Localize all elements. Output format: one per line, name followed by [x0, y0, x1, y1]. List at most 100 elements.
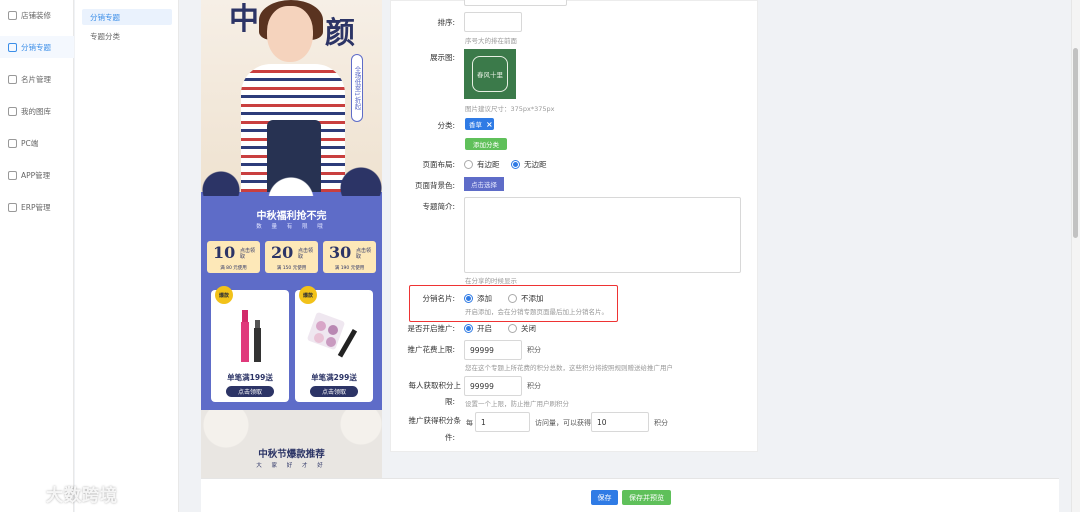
condition-prefix: 每 [466, 419, 473, 427]
nav-label: PC端 [21, 138, 39, 148]
section-title: 中秋福利抢不完 [256, 211, 327, 222]
claim-button: 点击领取 [226, 386, 274, 397]
radio-icon [508, 324, 517, 333]
radio-label: 开启 [477, 324, 492, 333]
promo-card-title: 单笔满199送 [227, 373, 273, 382]
close-icon[interactable]: × [486, 120, 493, 129]
nav-item-card-management[interactable]: 名片管理 [0, 68, 74, 90]
per-user-label-cont: 限: [444, 397, 455, 406]
card-icon [8, 74, 17, 84]
subnav-item-topic-category[interactable]: 专题分类 [82, 28, 172, 44]
nav-item-app[interactable]: APP管理 [0, 164, 74, 186]
nav-label: 店铺装修 [21, 10, 51, 20]
coupon-amount: 20 [271, 243, 294, 262]
section2-subtitle: 大 家 好 才 好 [256, 463, 327, 469]
nav-label: ERP管理 [21, 202, 51, 212]
layout-option-no-margin[interactable]: 无边距 [511, 159, 547, 170]
condition-unit: 积分 [654, 419, 668, 427]
display-image-label: 展示图: [429, 53, 455, 62]
nav-label: APP管理 [21, 170, 51, 180]
promo-card-title: 单笔满299送 [311, 373, 357, 382]
hero-title-right: 颜 [325, 16, 355, 51]
watermark: 大数跨境 [8, 478, 158, 508]
claim-button: 点击领取 [310, 386, 358, 397]
erp-icon [8, 202, 17, 212]
condition-label-cont: 件: [444, 433, 455, 442]
promo-card: 爆款 单笔满299送 点击领取 [295, 286, 373, 402]
pc-icon [8, 138, 17, 148]
cost-limit-hint: 您在这个专题上所花费的积分总数，这些积分将按照规则赠送给推广用户 [465, 364, 673, 372]
promo-label: 是否开启推广: [407, 324, 455, 333]
store-icon [8, 10, 17, 20]
sort-label: 排序: [437, 18, 455, 27]
layout-option-margin[interactable]: 有边距 [464, 159, 500, 170]
per-user-label: 每人获取积分上 [408, 381, 462, 390]
coupon: 20 点击领取 满 150 元使用 [265, 241, 318, 273]
subnav-item-distribution-topic[interactable]: 分销专题 [82, 9, 172, 25]
promo-option-on[interactable]: 开启 [464, 323, 492, 334]
section2-title: 中秋节爆款推荐 [258, 449, 325, 460]
nav-item-store-decoration[interactable]: 店铺装修 [0, 4, 74, 26]
layout-label: 页面布局: [422, 160, 455, 169]
bottom-banner: 中秋节爆款推荐 大 家 好 才 好 [201, 410, 382, 478]
coupon-amount: 10 [213, 243, 236, 262]
per-user-unit: 积分 [527, 382, 541, 390]
display-image-text: 春风十里 [472, 56, 508, 92]
display-image-hint: 图片建议尺寸：375px*375px [465, 105, 555, 113]
coupon: 10 点击领取 满 80 元使用 [207, 241, 260, 273]
coupon-condition: 满 190 元使用 [334, 266, 365, 271]
promo-option-off[interactable]: 关闭 [508, 323, 536, 334]
sort-input[interactable] [464, 12, 522, 32]
section-subtitle: 数 量 有 限 哦 [256, 224, 327, 230]
radio-label: 无边距 [524, 160, 547, 169]
discount-badge: 全场低至1折起 [351, 54, 363, 122]
cost-limit-input[interactable]: 99999 [464, 340, 522, 360]
watermark-logo-icon [8, 482, 41, 503]
coupon-action: 点击领取 [356, 248, 372, 260]
nav-label: 名片管理 [21, 74, 51, 84]
watermark-text: 大数跨境 [46, 485, 118, 506]
nav-item-distribution-topic[interactable]: 分销专题 [0, 36, 74, 58]
main-sidebar: 店铺装修 分销专题 名片管理 我的图库 PC端 APP管理 ERP管理 [0, 0, 74, 512]
per-user-input[interactable]: 99999 [464, 376, 522, 396]
condition-label: 推广获得积分条 [408, 416, 462, 425]
display-image[interactable]: 春风十里 [464, 49, 516, 99]
coupon-amount: 30 [329, 243, 352, 262]
cost-limit-unit: 积分 [527, 346, 541, 354]
add-category-button[interactable]: 添加分类 [465, 138, 507, 150]
category-tag: 香草 × [465, 118, 494, 130]
nav-item-pc[interactable]: PC端 [0, 132, 74, 154]
coupon-condition: 满 80 元使用 [220, 266, 247, 271]
nav-item-erp[interactable]: ERP管理 [0, 196, 74, 218]
condition-mid-text: 访问量，可以获得 [535, 419, 591, 427]
page-scrollbar-thumb[interactable] [1073, 48, 1078, 238]
nav-item-my-gallery[interactable]: 我的图库 [0, 100, 74, 122]
visits-input[interactable]: 1 [475, 412, 530, 432]
nav-label: 我的图库 [21, 106, 51, 116]
coupon-condition: 满 150 元使用 [276, 266, 307, 271]
hero-title-left: 中 [229, 2, 259, 37]
coupon-action: 点击领取 [240, 248, 256, 260]
distribution-icon [8, 42, 17, 52]
radio-selected-icon [511, 160, 520, 169]
category-label: 分类: [437, 121, 455, 130]
category-tag-label: 香草 [469, 121, 482, 129]
points-input[interactable]: 10 [591, 412, 649, 432]
coupon: 30 点击领取 满 190 元使用 [323, 241, 376, 273]
intro-textarea[interactable] [464, 197, 741, 273]
gallery-icon [8, 106, 17, 116]
mobile-preview: 中 颜 全场低至1折起 中秋福利抢不完 数 量 有 限 哦 10 点击领取 满 … [201, 0, 382, 478]
hot-tag: 爆款 [215, 286, 233, 304]
lipstick-image [241, 310, 261, 362]
cost-limit-label: 推广花费上限: [407, 345, 455, 354]
sub-sidebar: 分销专题 专题分类 [75, 0, 179, 512]
title-input[interactable] [464, 0, 567, 6]
radio-icon [464, 160, 473, 169]
save-button[interactable]: 保存 [591, 490, 618, 505]
save-preview-button[interactable]: 保存并预览 [622, 490, 671, 505]
radio-label: 关闭 [521, 324, 536, 333]
model-face [267, 6, 313, 62]
sort-hint: 序号大的排在前面 [465, 37, 517, 45]
per-user-hint: 设置一个上限，防止推广用户刷积分 [465, 400, 569, 408]
bg-color-picker[interactable]: 点击选择 [464, 177, 504, 191]
